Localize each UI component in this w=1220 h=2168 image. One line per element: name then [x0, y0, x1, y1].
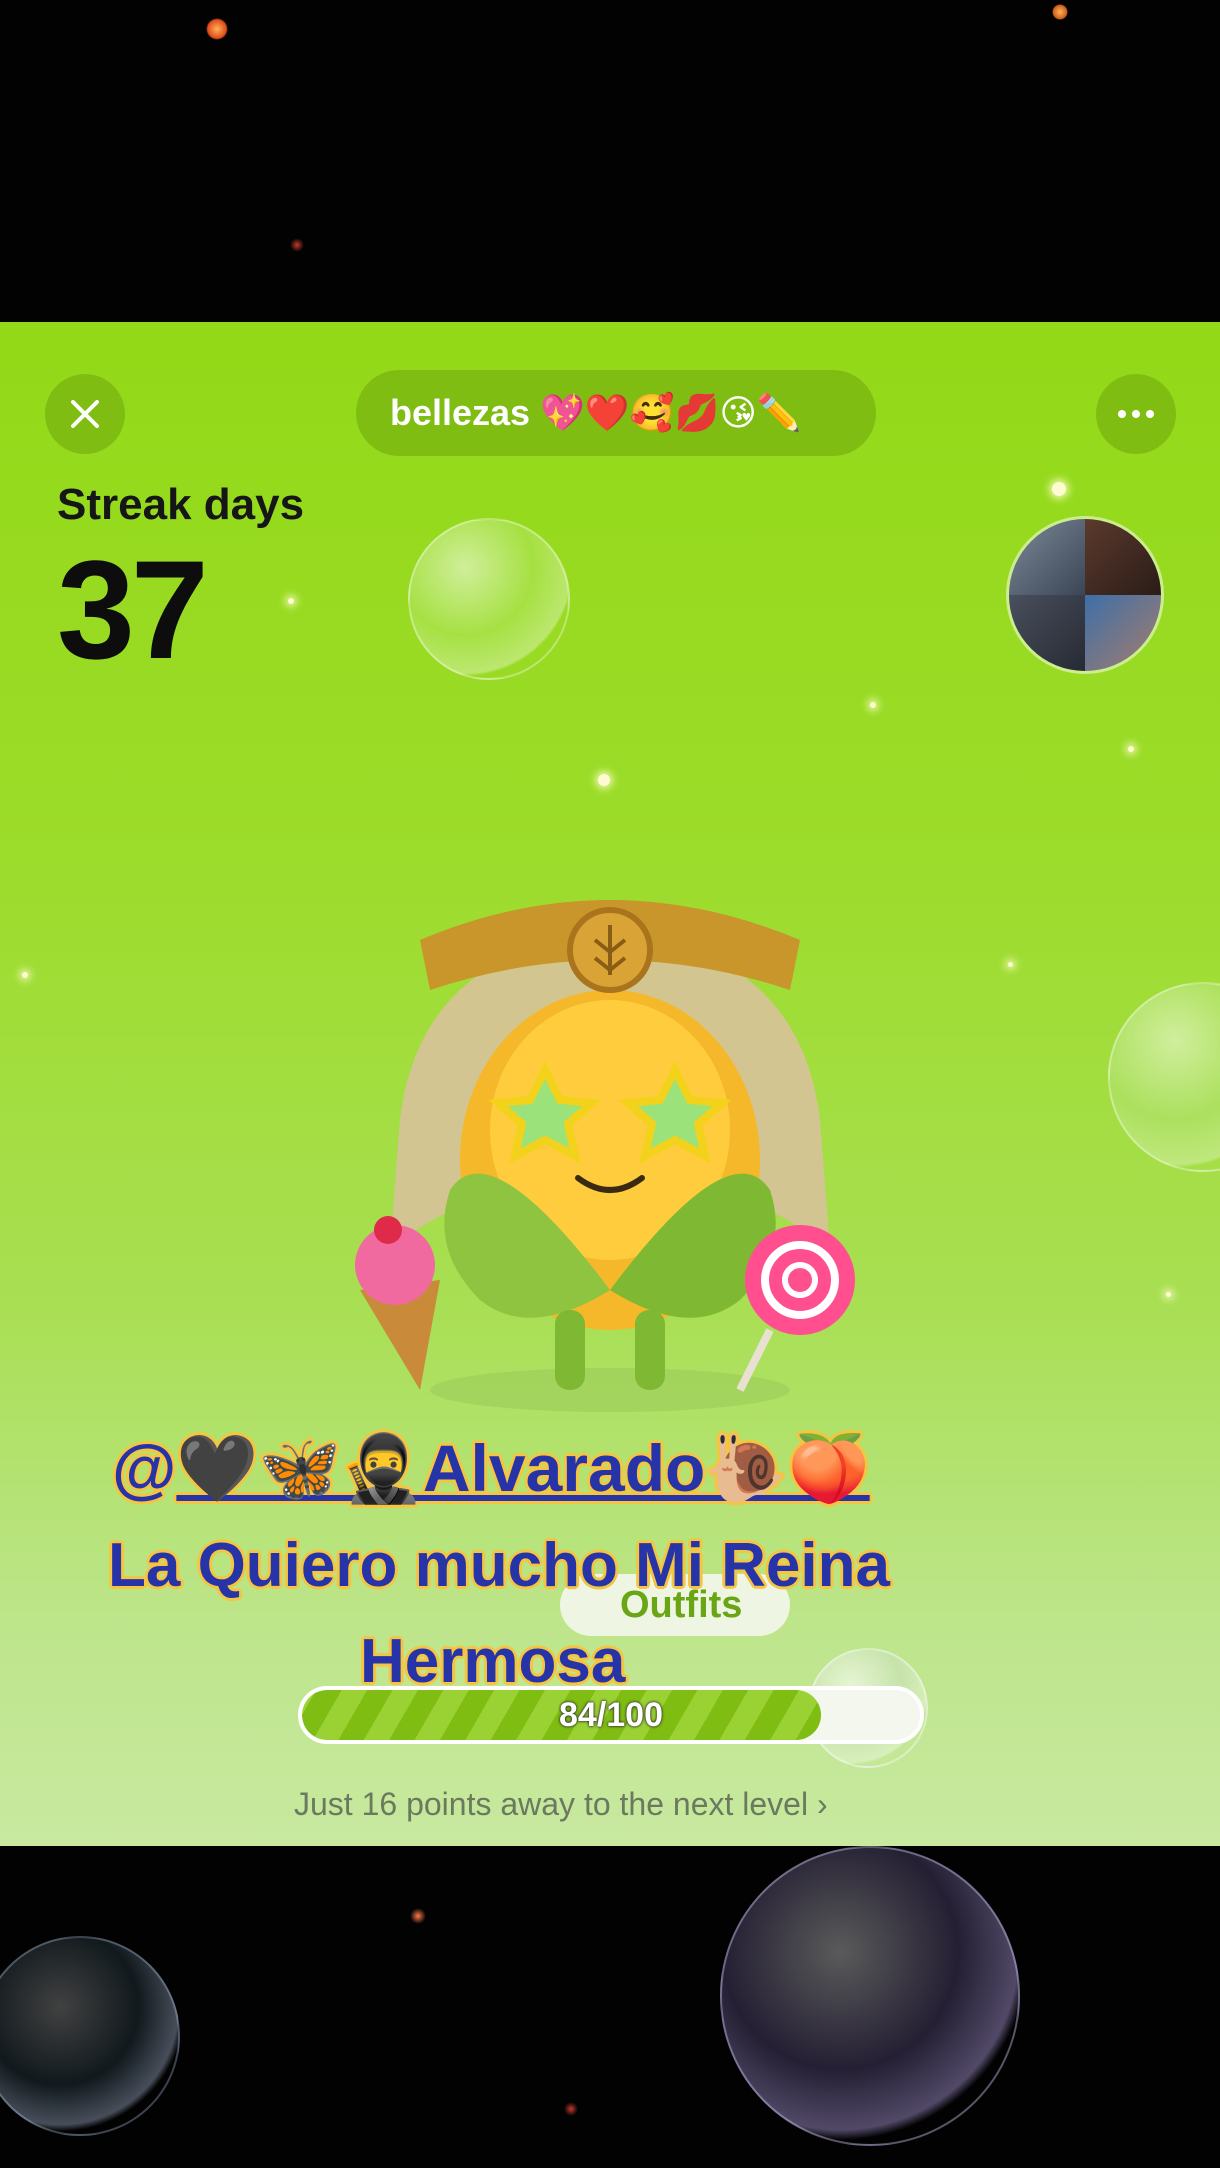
sparkle: [22, 972, 28, 978]
bokeh-light: [1052, 4, 1068, 20]
soap-bubble: [0, 1936, 180, 2136]
close-icon: [71, 400, 99, 428]
sparkle: [1166, 1292, 1171, 1297]
bokeh-light: [564, 2102, 578, 2116]
mention-prefix: @: [112, 1431, 177, 1505]
sparkle: [1128, 746, 1134, 752]
top-black-band: [0, 0, 1220, 322]
sparkle: [1008, 962, 1013, 967]
progress-label: 84/100: [559, 1695, 663, 1734]
mention-text: @🖤🦋🥷Alvarado🐌🍑: [112, 1430, 870, 1508]
bokeh-light: [410, 1908, 426, 1924]
streak-count: 37: [57, 531, 209, 688]
screen: bellezas 💖❤️🥰💋😘✏️ Streak days 37 Outfits…: [0, 0, 1220, 2168]
streak-label: Streak days: [57, 480, 305, 529]
dedication-line-1: La Quiero mucho Mi Reina: [108, 1531, 890, 1600]
sparkle: [598, 774, 610, 786]
more-options-button[interactable]: [1096, 374, 1176, 454]
chevron-right-icon: ›: [816, 1786, 828, 1822]
next-level-text: Just 16 points away to the next level: [294, 1786, 809, 1822]
mention-username[interactable]: 🖤🦋🥷Alvarado🐌🍑: [176, 1431, 869, 1505]
more-horizontal-icon: [1115, 410, 1157, 418]
group-title-pill[interactable]: bellezas 💖❤️🥰💋😘✏️: [356, 370, 876, 456]
next-level-link[interactable]: Just 16 points away to the next level ›: [294, 1786, 828, 1823]
group-avatar[interactable]: [1006, 516, 1164, 674]
soap-bubble: [1108, 982, 1220, 1172]
sparkle: [870, 702, 876, 708]
bottom-black-band: [0, 1846, 1220, 2168]
soap-bubble: [720, 1846, 1020, 2146]
soap-bubble: [408, 518, 570, 680]
level-progress-bar: 84/100: [298, 1686, 924, 1744]
group-title: bellezas 💖❤️🥰💋😘✏️: [390, 392, 802, 433]
corn-mascot-illustration: [355, 900, 855, 1412]
bokeh-light: [290, 238, 304, 252]
sparkle: [288, 598, 294, 604]
sparkle: [1052, 482, 1066, 496]
close-button[interactable]: [45, 374, 125, 454]
bokeh-light: [206, 18, 228, 40]
